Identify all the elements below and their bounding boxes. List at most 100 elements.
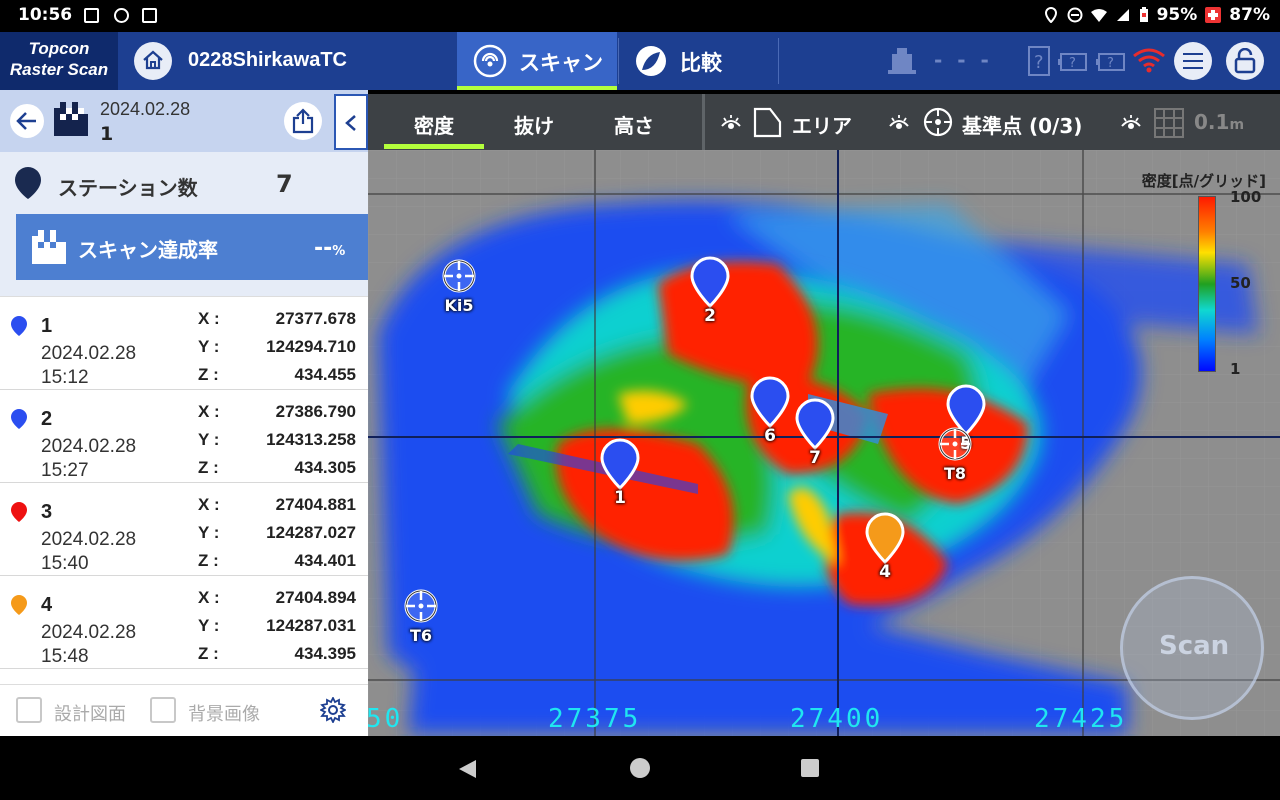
station-marker-pin bbox=[795, 398, 835, 451]
grid-size-value: 0.1 bbox=[1194, 110, 1230, 134]
y-key: Y : bbox=[198, 337, 220, 356]
station-pin-icon bbox=[11, 316, 27, 336]
clock: 10:56 bbox=[18, 5, 73, 25]
station-time: 15:40 bbox=[41, 553, 89, 574]
station-marker[interactable]: 2 bbox=[690, 256, 730, 326]
export-button[interactable] bbox=[284, 102, 322, 140]
x-key: X : bbox=[198, 495, 220, 514]
crosshair-target-icon bbox=[442, 259, 476, 293]
tab-density[interactable]: 密度 bbox=[414, 110, 454, 139]
station-marker-pin bbox=[600, 438, 640, 491]
tab-missing[interactable]: 抜け bbox=[514, 110, 554, 139]
station-marker[interactable]: 6 bbox=[750, 376, 790, 446]
station-panel: 2024.02.28 1 ステーション数 7 スキャン達成率 --% 1 2024… bbox=[0, 90, 368, 736]
medical-battery-icon bbox=[1205, 7, 1222, 23]
z-value: 434.455 bbox=[294, 365, 356, 384]
y-key: Y : bbox=[198, 430, 220, 449]
crosshair-target-icon bbox=[404, 589, 438, 623]
station-time: 15:12 bbox=[41, 367, 89, 388]
z-value: 434.395 bbox=[294, 644, 356, 663]
x-key: X : bbox=[198, 309, 220, 328]
station-list-item[interactable]: 1 2024.02.28 15:12 X : 27377.678 Y : 124294.71… bbox=[0, 297, 368, 390]
nav-home-icon[interactable] bbox=[629, 757, 651, 779]
home-button[interactable] bbox=[134, 42, 172, 80]
y-value: 124287.027 bbox=[266, 523, 356, 542]
instrument-status: - - - bbox=[934, 48, 993, 72]
tab-height[interactable]: 高さ bbox=[614, 110, 654, 139]
x-axis-label: 27425 bbox=[1034, 704, 1128, 734]
tab-scan[interactable]: スキャン bbox=[457, 32, 617, 90]
station-list-item[interactable]: 3 2024.02.28 15:40 X : 27404.881 Y : 124287.02… bbox=[0, 483, 368, 576]
station-count-label: ステーション数 bbox=[58, 176, 198, 200]
eye-icon[interactable] bbox=[888, 114, 910, 132]
reference-point-label: T8 bbox=[943, 464, 967, 483]
y-key: Y : bbox=[198, 616, 220, 635]
station-time: 15:27 bbox=[41, 460, 89, 481]
map-toolbar: 密度 抜け 高さ エリア 基準点 (0/3) 0.1m bbox=[368, 94, 1280, 150]
battery-level-2: 87% bbox=[1229, 5, 1270, 25]
tab-area[interactable]: エリア bbox=[792, 110, 852, 139]
grid-size[interactable]: 0.1m bbox=[1194, 110, 1244, 134]
station-list-item[interactable]: 4 2024.02.28 15:48 X : 27404.894 Y : 124287.03… bbox=[0, 576, 368, 669]
station-pin-icon bbox=[11, 502, 27, 522]
legend-max: 100 bbox=[1230, 188, 1262, 206]
reference-point-marker[interactable]: T6 bbox=[403, 588, 439, 650]
x-value: 27404.894 bbox=[275, 588, 356, 607]
z-value: 434.305 bbox=[294, 458, 356, 477]
x-axis-label: 27375 bbox=[548, 704, 642, 734]
tab-compare[interactable]: 比較 bbox=[620, 32, 778, 90]
svg-text:?: ? bbox=[1107, 56, 1114, 71]
copy-icon bbox=[142, 8, 157, 23]
nav-back-icon[interactable] bbox=[456, 758, 478, 780]
station-marker[interactable]: 7 bbox=[795, 398, 835, 468]
menu-button[interactable] bbox=[1174, 42, 1212, 80]
svg-text:?: ? bbox=[1034, 52, 1044, 73]
scan-button[interactable]: Scan bbox=[1120, 576, 1264, 720]
share-icon bbox=[292, 108, 314, 134]
toolbar-divider bbox=[702, 94, 705, 150]
settings-button[interactable] bbox=[314, 691, 352, 729]
battery-unknown-icon: ? bbox=[1096, 53, 1125, 71]
z-key: Z : bbox=[198, 551, 219, 570]
background-image-checkbox[interactable] bbox=[150, 697, 176, 723]
eye-icon[interactable] bbox=[1120, 114, 1142, 132]
reference-point-marker[interactable]: Ki5 bbox=[441, 258, 477, 320]
x-axis-label: 27400 bbox=[790, 704, 884, 734]
station-date: 2024.02.28 bbox=[41, 343, 137, 364]
station-marker-label: 7 bbox=[809, 448, 821, 468]
station-marker[interactable]: 1 bbox=[600, 438, 640, 508]
coverage-icon bbox=[32, 230, 66, 264]
x-value: 27386.790 bbox=[275, 402, 356, 421]
app-logo: Topcon Raster Scan bbox=[0, 32, 118, 90]
lock-button[interactable] bbox=[1226, 42, 1264, 80]
station-marker[interactable]: 4 bbox=[865, 512, 905, 582]
density-map[interactable]: 密度 抜け 高さ エリア 基準点 (0/3) 0.1m 密度[点/グリッド] 1… bbox=[368, 94, 1280, 736]
x-key: X : bbox=[198, 402, 220, 421]
station-date: 2024.02.28 bbox=[41, 529, 137, 550]
tab-reference-points[interactable]: 基準点 (0/3) bbox=[962, 110, 1082, 139]
collapse-panel-button[interactable] bbox=[334, 94, 368, 150]
design-drawing-checkbox[interactable] bbox=[16, 697, 42, 723]
compare-icon bbox=[636, 46, 666, 76]
station-marker-pin bbox=[750, 376, 790, 429]
nav-recents-icon[interactable] bbox=[800, 758, 820, 778]
x-key: X : bbox=[198, 588, 220, 607]
svg-text:?: ? bbox=[1069, 56, 1076, 71]
battery-unknown-icon: ? bbox=[1058, 53, 1087, 71]
eye-icon[interactable] bbox=[720, 114, 742, 132]
back-button[interactable] bbox=[10, 104, 44, 138]
design-drawing-label: 設計図面 bbox=[54, 704, 126, 725]
station-list-item[interactable]: 2 2024.02.28 15:27 X : 27386.790 Y : 124313.25… bbox=[0, 390, 368, 483]
station-list[interactable]: 1 2024.02.28 15:12 X : 27377.678 Y : 124294.71… bbox=[0, 296, 368, 684]
station-pin-icon bbox=[15, 167, 41, 199]
scan-button-label: Scan bbox=[1159, 631, 1230, 661]
menu-icon bbox=[1183, 53, 1203, 69]
app-screen: 10:56 95% 87% Topcon Raster Scan 0228Shi… bbox=[0, 0, 1280, 800]
tab-scan-label: スキャン bbox=[519, 51, 603, 75]
station-date: 2024.02.28 bbox=[41, 436, 137, 457]
reference-point-marker[interactable]: T8 bbox=[937, 426, 973, 488]
app-header: Topcon Raster Scan 0228ShirkawaTC スキャン 比… bbox=[0, 32, 1280, 90]
logo-line-2: Raster Scan bbox=[9, 60, 109, 79]
wifi-status-icon[interactable] bbox=[1132, 48, 1166, 74]
help-icon[interactable]: ? bbox=[1028, 46, 1050, 76]
